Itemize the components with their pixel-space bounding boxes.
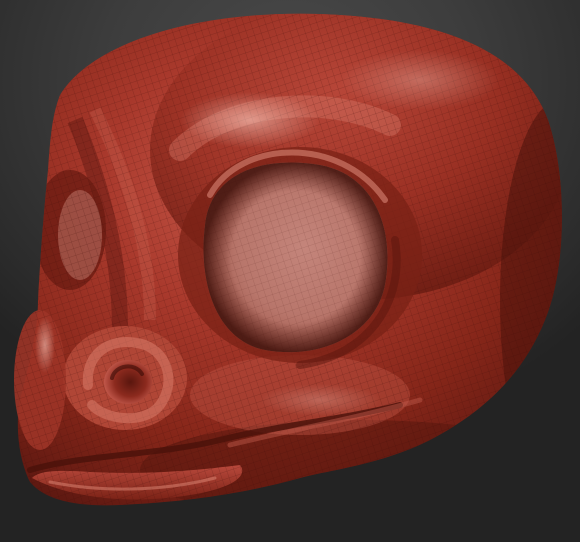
- muzzle: [14, 310, 66, 450]
- sculpt-render[interactable]: [0, 0, 580, 542]
- nostril: [63, 326, 187, 430]
- zbrush-canvas-viewport[interactable]: [0, 0, 580, 542]
